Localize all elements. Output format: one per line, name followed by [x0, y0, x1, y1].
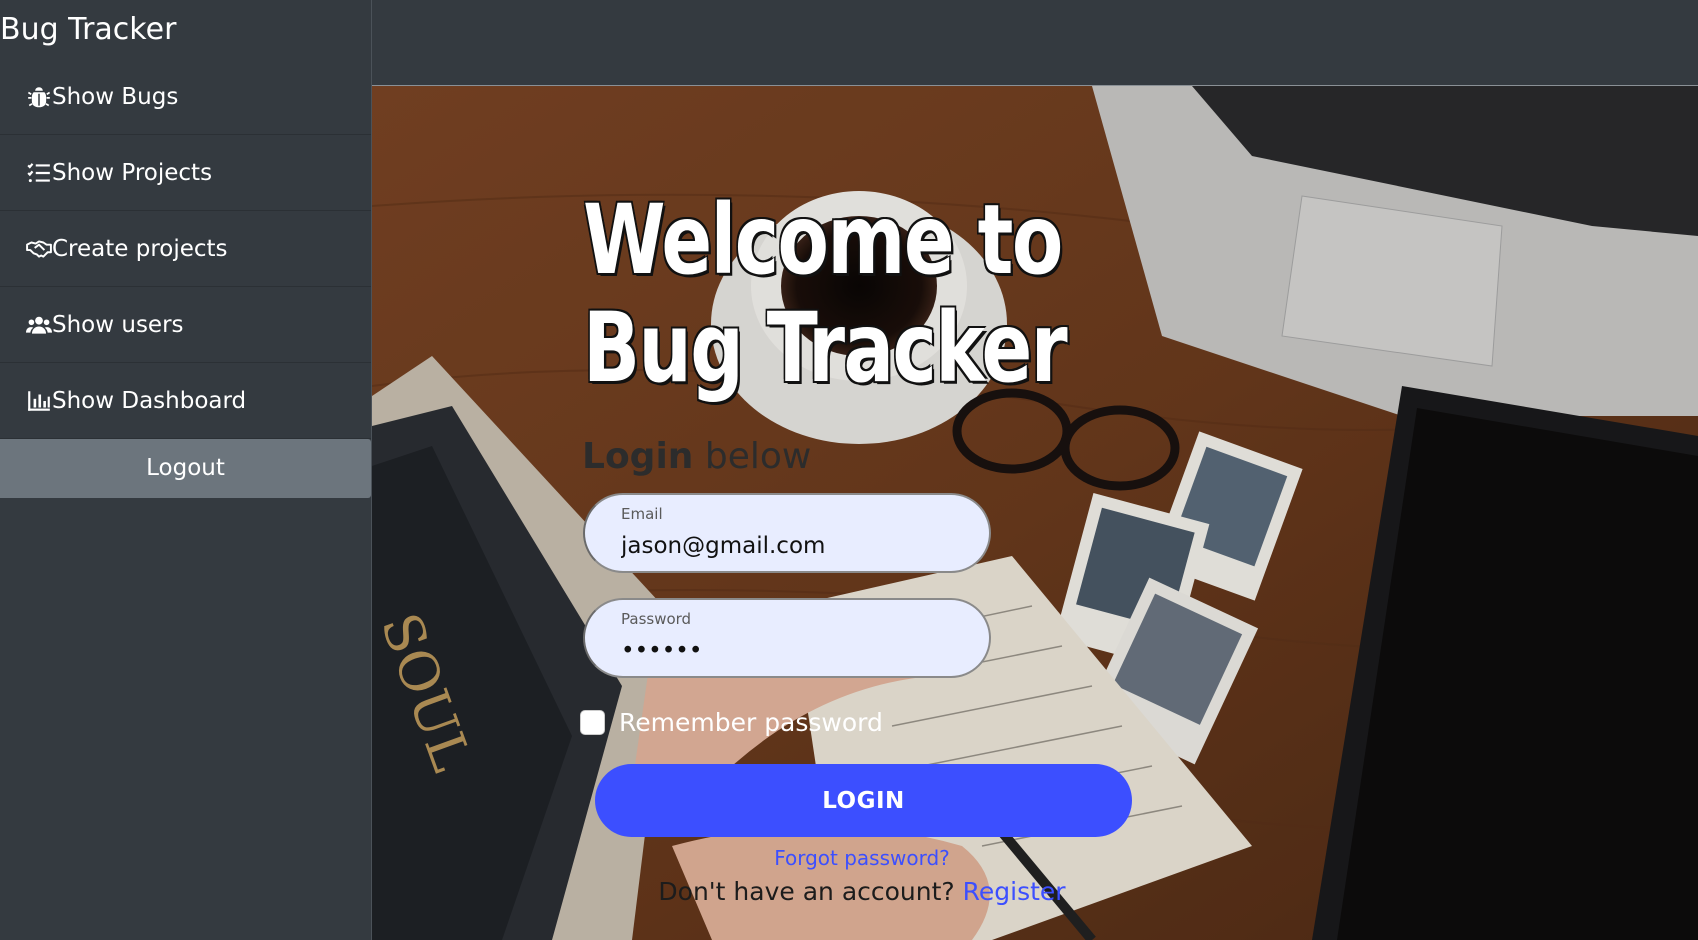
sidebar: Bug Tracker Show Bugs Show Projects Crea… — [0, 0, 372, 940]
welcome-title: Welcome to Bug Tracker — [583, 184, 1068, 404]
remember-label: Remember password — [619, 708, 883, 737]
password-label: Password — [621, 610, 692, 628]
no-account-text: Don't have an account? — [658, 877, 963, 906]
sidebar-item-show-projects[interactable]: Show Projects — [0, 135, 371, 211]
bug-icon — [26, 84, 52, 110]
login-heading-rest: below — [693, 436, 812, 477]
email-field[interactable]: Email — [583, 493, 991, 573]
logout-button[interactable]: Logout — [0, 439, 371, 498]
forgot-password-link[interactable]: Forgot password? — [372, 846, 1352, 870]
register-link[interactable]: Register — [963, 877, 1066, 906]
sidebar-item-create-projects[interactable]: Create projects — [0, 211, 371, 287]
hero-section: SOUL Welcome to Bug Tracker Login below … — [372, 86, 1698, 940]
email-input[interactable] — [621, 531, 961, 561]
sidebar-item-label: Show Projects — [52, 159, 213, 186]
login-heading: Login below — [582, 436, 811, 477]
users-icon — [26, 312, 52, 338]
sidebar-nav: Show Bugs Show Projects Create projects … — [0, 59, 371, 439]
login-button[interactable]: LOGIN — [595, 764, 1132, 837]
login-heading-bold: Login — [582, 436, 694, 477]
sidebar-item-label: Show users — [52, 311, 184, 338]
sidebar-item-show-bugs[interactable]: Show Bugs — [0, 59, 371, 135]
sidebar-item-label: Create projects — [52, 235, 228, 262]
sidebar-item-label: Show Dashboard — [52, 387, 247, 414]
remember-checkbox[interactable] — [580, 710, 605, 735]
remember-password[interactable]: Remember password — [580, 708, 883, 737]
register-prompt: Don't have an account? Register — [372, 877, 1352, 906]
sidebar-item-label: Show Bugs — [52, 83, 179, 110]
sidebar-item-show-users[interactable]: Show users — [0, 287, 371, 363]
handshake-icon — [26, 236, 52, 262]
email-label: Email — [621, 505, 663, 523]
brand-title: Bug Tracker — [0, 12, 177, 47]
bar-chart-icon — [26, 388, 52, 414]
tasks-list-icon — [26, 160, 52, 186]
top-bar — [372, 0, 1698, 86]
password-input[interactable] — [621, 636, 961, 666]
sidebar-item-show-dashboard[interactable]: Show Dashboard — [0, 363, 371, 439]
password-field[interactable]: Password — [583, 598, 991, 678]
